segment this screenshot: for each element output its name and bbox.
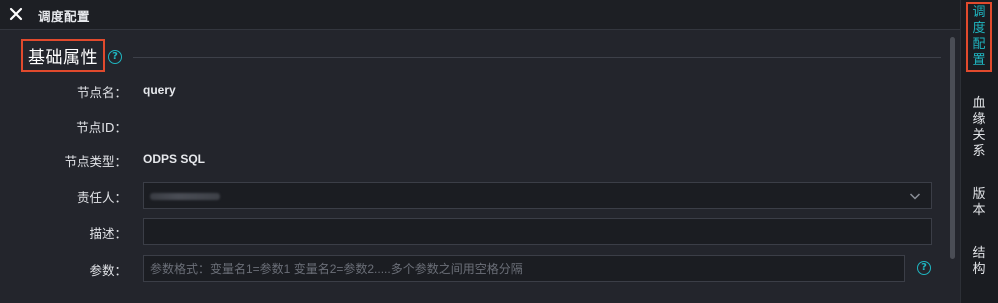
close-icon[interactable] bbox=[9, 7, 23, 21]
section-title: 基础属性 bbox=[28, 48, 98, 68]
active-tab-highlight bbox=[966, 2, 992, 72]
chevron-down-icon bbox=[909, 193, 921, 200]
tab-structure[interactable]: 结 构 bbox=[960, 246, 998, 278]
tab-char: 结 bbox=[972, 246, 986, 261]
node-name-label: 节点名： bbox=[76, 85, 127, 100]
tab-char: 本 bbox=[972, 203, 986, 218]
tab-lineage[interactable]: 血 缘 关 系 bbox=[960, 96, 998, 160]
schedule-config-panel: 调度配置 基础属性 ? 节点名： query 节点ID： 节点类型： ODPS … bbox=[0, 0, 998, 303]
section-title-highlight: 基础属性 bbox=[21, 39, 105, 72]
tab-char: 构 bbox=[972, 262, 986, 277]
node-id-label: 节点ID： bbox=[76, 120, 127, 135]
tab-char: 版 bbox=[972, 187, 986, 202]
params-help-icon[interactable]: ? bbox=[917, 261, 931, 275]
owner-value-redacted bbox=[150, 193, 220, 200]
node-type-label: 节点类型： bbox=[64, 154, 127, 169]
section-divider bbox=[133, 57, 941, 58]
tab-char: 缘 bbox=[972, 112, 986, 127]
tab-char: 血 bbox=[972, 96, 986, 111]
params-label: 参数： bbox=[89, 263, 127, 278]
panel-title: 调度配置 bbox=[38, 9, 91, 24]
node-name-value: query bbox=[143, 83, 176, 97]
params-input[interactable] bbox=[143, 255, 905, 282]
tab-version[interactable]: 版 本 bbox=[960, 187, 998, 219]
vertical-scrollbar[interactable] bbox=[950, 37, 955, 259]
panel-header: 调度配置 bbox=[0, 0, 960, 30]
description-label: 描述： bbox=[89, 226, 127, 241]
tab-char: 关 bbox=[972, 128, 986, 143]
help-icon[interactable]: ? bbox=[108, 50, 122, 64]
owner-select[interactable] bbox=[143, 182, 932, 209]
node-type-value: ODPS SQL bbox=[143, 152, 206, 166]
tab-char: 系 bbox=[972, 144, 986, 159]
description-input[interactable] bbox=[143, 218, 932, 245]
owner-label: 责任人： bbox=[76, 190, 127, 205]
